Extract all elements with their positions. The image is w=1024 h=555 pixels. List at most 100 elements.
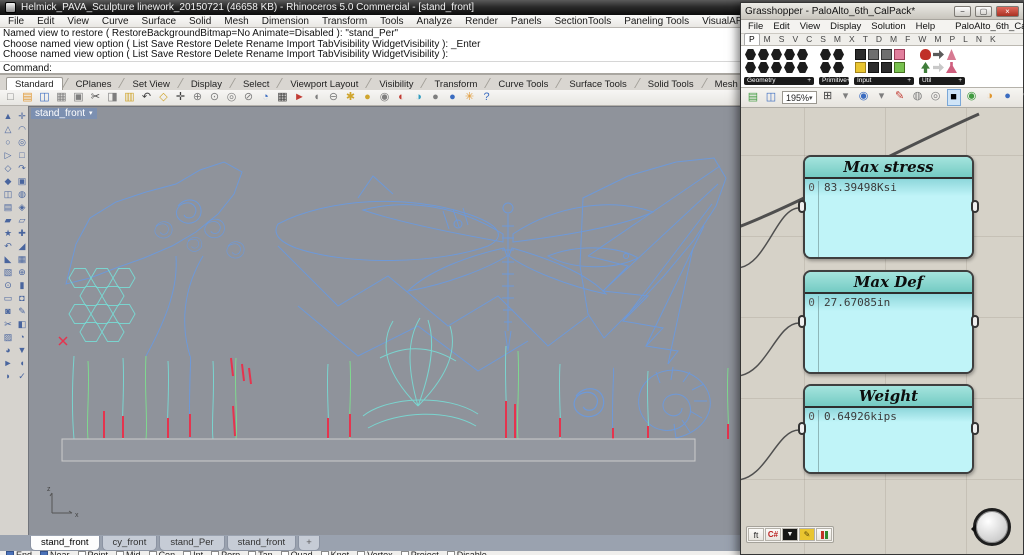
sidebar-tool-icon[interactable]: ▼ bbox=[16, 345, 28, 356]
expand-plus-icon[interactable]: + bbox=[958, 77, 962, 85]
component-icon[interactable] bbox=[745, 62, 756, 73]
preview-off-icon[interactable]: ◍ bbox=[911, 89, 925, 106]
component-icon[interactable] bbox=[758, 62, 769, 73]
component-icon[interactable] bbox=[933, 62, 944, 73]
category-tab[interactable]: S bbox=[775, 34, 789, 45]
viewport-tab[interactable]: cy_front bbox=[102, 536, 158, 551]
component-icon[interactable] bbox=[820, 62, 831, 73]
add-viewport-tab-button[interactable]: + bbox=[298, 536, 320, 551]
panel-max-def[interactable]: Max Def 0 27.67085in bbox=[803, 270, 974, 374]
render-slice-icon[interactable]: ◐ bbox=[395, 91, 408, 104]
sidebar-tool-icon[interactable]: ◈ bbox=[16, 202, 28, 213]
gumball-icon[interactable]: ◑ bbox=[983, 89, 997, 106]
sidebar-tool-icon[interactable]: ◗ bbox=[2, 371, 14, 382]
component-icon[interactable] bbox=[771, 49, 782, 60]
category-tab[interactable]: W bbox=[914, 34, 930, 45]
toolbar-tab[interactable]: Curve Tools bbox=[490, 78, 556, 90]
sidebar-tool-icon[interactable]: △ bbox=[2, 124, 14, 135]
globe-icon[interactable]: ● bbox=[1001, 89, 1015, 106]
checkbox[interactable] bbox=[211, 551, 219, 555]
component-icon[interactable] bbox=[797, 62, 808, 73]
sidebar-tool-icon[interactable]: ◧ bbox=[16, 319, 28, 330]
group-label-bar[interactable]: Input + bbox=[854, 77, 914, 85]
checkbox[interactable] bbox=[248, 551, 256, 555]
sidebar-tool-icon[interactable]: ★ bbox=[2, 228, 14, 239]
category-tab[interactable]: N bbox=[972, 34, 986, 45]
menu-item[interactable]: Tools bbox=[380, 16, 403, 27]
grasshopper-canvas[interactable]: Max stress 0 83.39498Ksi Max Def 0 27.67… bbox=[741, 108, 1023, 554]
sketch-icon[interactable]: ✎ bbox=[799, 528, 815, 541]
paste-icon[interactable]: ▥ bbox=[123, 91, 136, 104]
zoom-icon[interactable]: ⊕ bbox=[191, 91, 204, 104]
save-icon[interactable]: ◫ bbox=[38, 91, 51, 104]
panel-max-stress[interactable]: Max stress 0 83.39498Ksi bbox=[803, 155, 974, 259]
menu-item[interactable]: Edit bbox=[37, 16, 54, 27]
output-connector[interactable] bbox=[971, 315, 979, 328]
sidebar-tool-icon[interactable]: ↷ bbox=[16, 163, 28, 174]
expand-plus-icon[interactable]: + bbox=[807, 77, 811, 85]
sidebar-tool-icon[interactable]: ▮ bbox=[16, 280, 28, 291]
preview-eye-icon[interactable]: ◉ bbox=[857, 89, 871, 106]
toolbar-tab[interactable]: Standard bbox=[6, 77, 63, 90]
input-connector[interactable] bbox=[798, 422, 806, 435]
viewport-label[interactable]: stand_front ▾ bbox=[31, 108, 97, 119]
component-icon[interactable] bbox=[933, 49, 944, 60]
component-icon[interactable] bbox=[946, 49, 957, 60]
chevron-down-icon[interactable]: ▾ bbox=[89, 109, 93, 117]
copy-icon[interactable]: ◨ bbox=[106, 91, 119, 104]
sidebar-tool-icon[interactable]: ⊕ bbox=[16, 267, 28, 278]
checkbox[interactable] bbox=[78, 551, 86, 555]
component-icon[interactable] bbox=[833, 49, 844, 60]
category-tab[interactable]: V bbox=[788, 34, 802, 45]
lamp-icon[interactable]: ● bbox=[361, 91, 374, 104]
sidebar-tool-icon[interactable]: ◙ bbox=[2, 306, 14, 317]
checkbox[interactable] bbox=[183, 551, 191, 555]
grasshopper-titlebar[interactable]: Grasshopper - PaloAlto_6th_CalPack* − ▢ … bbox=[741, 3, 1023, 20]
sidebar-tool-icon[interactable]: ▤ bbox=[2, 202, 14, 213]
cut-icon[interactable]: ✂ bbox=[89, 91, 102, 104]
save-definition-icon[interactable]: ◫ bbox=[764, 90, 778, 105]
input-connector[interactable] bbox=[798, 200, 806, 213]
shaded-sphere-icon[interactable]: ● bbox=[429, 91, 442, 104]
menu-item[interactable]: PaloAlto_6th_CalPack* bbox=[955, 21, 1024, 32]
profiler-icon[interactable] bbox=[816, 528, 832, 541]
category-tab[interactable]: K bbox=[986, 34, 1000, 45]
toolbar-tab[interactable]: Select bbox=[235, 78, 277, 90]
scatter-icon[interactable]: ✱ bbox=[344, 91, 357, 104]
bake-icon[interactable]: ◉ bbox=[965, 89, 979, 106]
viewport-tab[interactable]: stand_front bbox=[227, 536, 297, 551]
group-label-bar[interactable]: Primitive + bbox=[819, 77, 849, 85]
viewport-tab[interactable]: stand_front bbox=[30, 536, 100, 551]
rotate-view-icon[interactable]: ◔ bbox=[259, 91, 272, 104]
group-label-bar[interactable]: Geometry + bbox=[744, 77, 814, 85]
component-icon[interactable] bbox=[946, 62, 957, 73]
close-button[interactable]: × bbox=[996, 6, 1019, 17]
sidebar-tool-icon[interactable]: ✛ bbox=[16, 111, 28, 122]
viewport-tab[interactable]: stand_Per bbox=[159, 536, 224, 551]
output-connector[interactable] bbox=[971, 422, 979, 435]
menu-item[interactable]: SectionTools bbox=[555, 16, 612, 27]
lock-icon[interactable]: ◉ bbox=[378, 91, 391, 104]
sidebar-tool-icon[interactable]: ⊙ bbox=[2, 280, 14, 291]
sidebar-tool-icon[interactable]: ◣ bbox=[2, 254, 14, 265]
sidebar-tool-icon[interactable]: ◔ bbox=[16, 332, 28, 343]
zoom-level-select[interactable]: 195% ▾ bbox=[782, 91, 817, 104]
sidebar-tool-icon[interactable]: ▱ bbox=[16, 215, 28, 226]
component-icon[interactable] bbox=[771, 62, 782, 73]
toolbar-tab[interactable]: Transform bbox=[426, 78, 485, 90]
pan-hand-icon[interactable]: ◇ bbox=[157, 91, 170, 104]
minimize-button[interactable]: − bbox=[954, 6, 971, 17]
category-tab[interactable]: M bbox=[930, 34, 945, 45]
component-icon[interactable] bbox=[833, 62, 844, 73]
component-icon[interactable] bbox=[868, 62, 879, 73]
panel-weight[interactable]: Weight 0 0.64926kips bbox=[803, 384, 974, 474]
sidebar-tool-icon[interactable]: ▲ bbox=[2, 111, 14, 122]
toolbar-tab[interactable]: Viewport Layout bbox=[282, 78, 366, 90]
new-document-icon[interactable]: □ bbox=[4, 91, 17, 104]
sidebar-tool-icon[interactable]: ✓ bbox=[16, 371, 28, 382]
sidebar-tool-icon[interactable]: ▧ bbox=[2, 267, 14, 278]
sidebar-tool-icon[interactable]: ◎ bbox=[16, 137, 28, 148]
sidebar-tool-icon[interactable]: ▰ bbox=[2, 215, 14, 226]
checkbox[interactable] bbox=[40, 551, 48, 555]
toolbar-tab[interactable]: Solid Tools bbox=[640, 78, 702, 90]
